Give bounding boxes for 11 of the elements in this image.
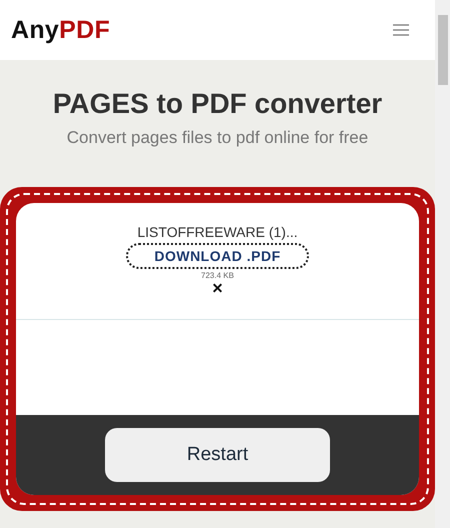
scrollbar[interactable] xyxy=(435,0,450,528)
scrollbar-thumb[interactable] xyxy=(438,15,448,85)
page-subtitle: Convert pages files to pdf online for free xyxy=(66,128,368,148)
menu-icon[interactable] xyxy=(393,24,409,36)
restart-button[interactable]: Restart xyxy=(105,428,330,482)
file-name: LISTOFFREEWARE (1)... xyxy=(137,224,298,240)
remove-button[interactable]: × xyxy=(212,280,223,296)
logo[interactable]: AnyPDF xyxy=(11,16,110,44)
page-title: PAGES to PDF converter xyxy=(52,88,382,120)
download-link[interactable]: DOWNLOAD .PDF xyxy=(126,243,309,269)
file-size: 723.4 KB xyxy=(201,271,234,280)
